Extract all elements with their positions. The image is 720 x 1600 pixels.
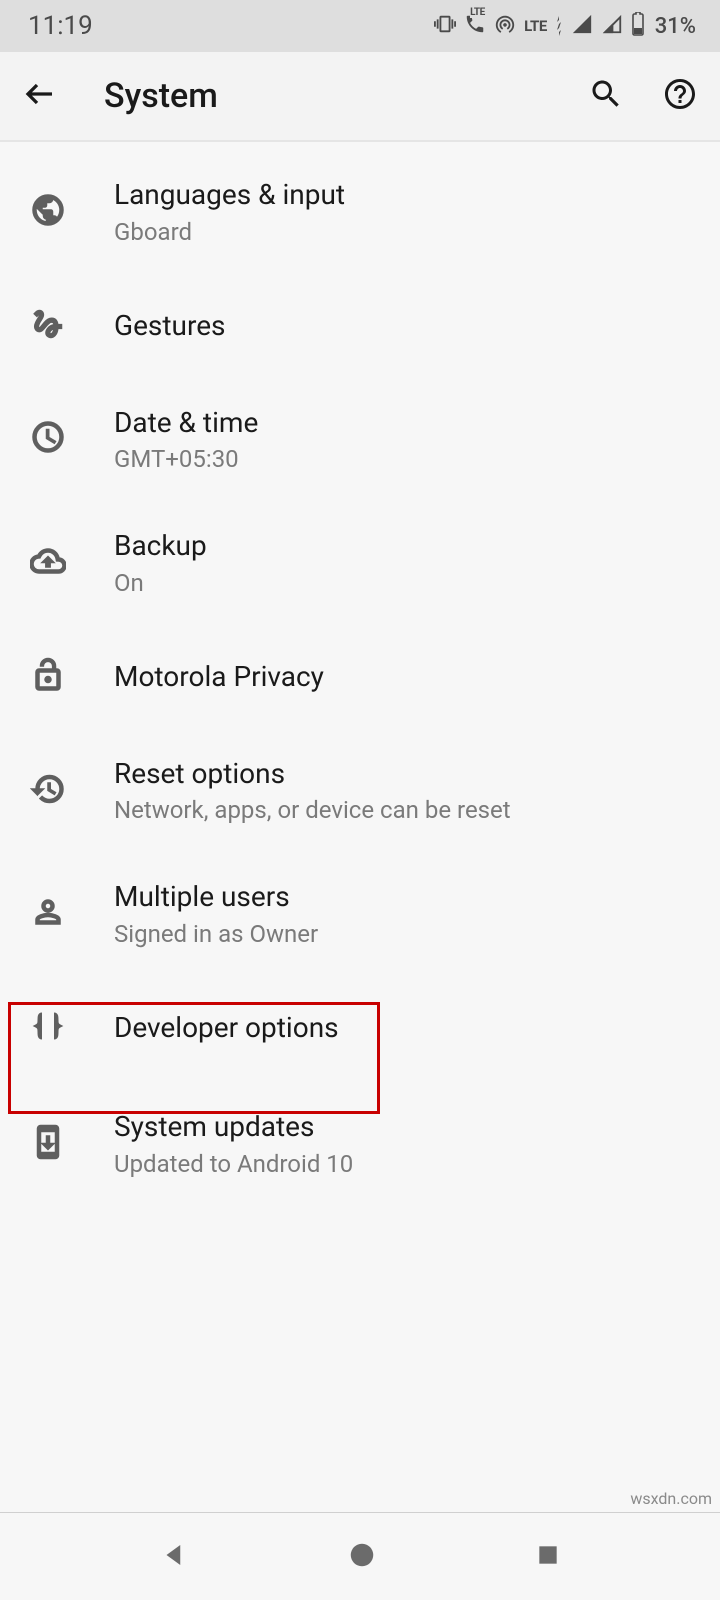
item-date-time[interactable]: Date & time GMT+05:30	[0, 378, 720, 502]
status-time: 11:19	[28, 11, 93, 41]
watermark: wsxdn.com	[630, 1489, 712, 1508]
item-title: Developer options	[114, 1011, 696, 1045]
item-title: Multiple users	[114, 880, 696, 914]
help-button[interactable]	[662, 76, 698, 116]
battery-icon	[631, 12, 647, 40]
item-title: System updates	[114, 1110, 696, 1144]
item-backup[interactable]: Backup On	[0, 501, 720, 625]
item-languages-input[interactable]: Languages & input Gboard	[0, 150, 720, 274]
nav-home-button[interactable]	[347, 1540, 377, 1574]
system-update-icon	[30, 1124, 66, 1164]
settings-list: Languages & input Gboard Gestures Date &…	[0, 142, 720, 1212]
item-subtitle: Signed in as Owner	[114, 920, 696, 948]
status-bar: 11:19 LTE LTE 31%	[0, 0, 720, 52]
item-title: Date & time	[114, 406, 696, 440]
lock-open-icon	[30, 657, 66, 697]
braces-icon	[30, 1008, 66, 1048]
volte-call-icon: LTE	[464, 13, 486, 39]
item-reset-options[interactable]: Reset options Network, apps, or device c…	[0, 729, 720, 853]
hotspot-icon	[494, 13, 516, 39]
nav-back-button[interactable]	[159, 1540, 189, 1574]
item-motorola-privacy[interactable]: Motorola Privacy	[0, 625, 720, 729]
globe-icon	[30, 192, 66, 232]
item-multiple-users[interactable]: Multiple users Signed in as Owner	[0, 852, 720, 976]
cloud-upload-icon	[30, 543, 66, 583]
item-title: Languages & input	[114, 178, 696, 212]
item-title: Gestures	[114, 309, 696, 343]
item-subtitle: On	[114, 569, 696, 597]
person-icon	[30, 894, 66, 934]
item-title: Reset options	[114, 757, 696, 791]
page-title: System	[104, 76, 588, 116]
item-subtitle: Gboard	[114, 218, 696, 246]
battery-text: 31%	[655, 14, 696, 39]
back-button[interactable]	[22, 76, 58, 116]
item-subtitle: Network, apps, or device can be reset	[114, 796, 696, 824]
item-title: Motorola Privacy	[114, 660, 696, 694]
signal-icon-1	[571, 13, 593, 39]
signal-icon-2	[601, 13, 623, 39]
restore-icon	[30, 771, 66, 811]
lte-indicator: LTE	[524, 17, 547, 35]
search-button[interactable]	[588, 76, 624, 116]
navigation-bar	[0, 1512, 720, 1600]
item-subtitle: Updated to Android 10	[114, 1150, 696, 1178]
item-system-updates[interactable]: System updates Updated to Android 10	[0, 1080, 720, 1212]
app-bar: System	[0, 52, 720, 142]
status-indicators: LTE LTE 31%	[434, 12, 696, 40]
item-title: Backup	[114, 529, 696, 563]
item-subtitle: GMT+05:30	[114, 445, 696, 473]
gesture-icon	[30, 306, 66, 346]
vibrate-icon	[434, 13, 456, 39]
item-gestures[interactable]: Gestures	[0, 274, 720, 378]
item-developer-options[interactable]: Developer options	[0, 976, 720, 1080]
nav-recent-button[interactable]	[535, 1542, 561, 1572]
clock-icon	[30, 419, 66, 459]
